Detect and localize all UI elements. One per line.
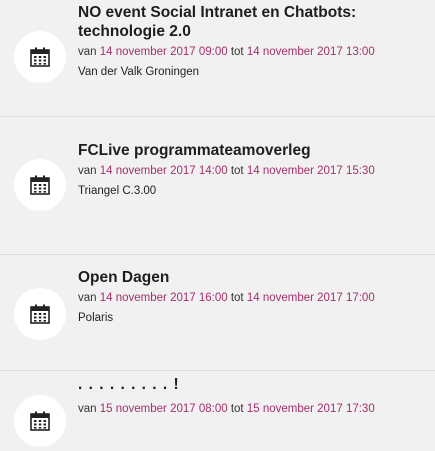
event-datetime: van 15 november 2017 08:00 tot 15 novemb…: [78, 402, 431, 416]
event-end: 14 november 2017 13:00: [246, 46, 375, 58]
event-list: NO event Social Intranet en Chatbots: te…: [0, 0, 435, 447]
datetime-prefix: van: [78, 46, 97, 58]
event-end: 14 november 2017 17:00: [246, 292, 375, 304]
event-icon-circle: [14, 31, 66, 83]
datetime-prefix: van: [78, 403, 97, 415]
event-title[interactable]: NO event Social Intranet en Chatbots: te…: [78, 3, 431, 41]
event-location: Van der Valk Groningen: [78, 66, 200, 78]
event-datetime: van 14 november 2017 16:00 tot 14 novemb…: [78, 291, 431, 305]
calendar-icon: [30, 304, 50, 324]
event-item[interactable]: Open Dagen van 14 november 2017 16:00 to…: [0, 255, 435, 371]
calendar-icon: [30, 411, 50, 431]
datetime-prefix: van: [78, 292, 97, 304]
event-start: 14 november 2017 16:00: [99, 292, 228, 304]
event-start: 15 november 2017 08:00: [99, 403, 228, 415]
event-start: 14 november 2017 09:00: [99, 46, 228, 58]
event-icon-circle: [14, 288, 66, 340]
event-title[interactable]: Open Dagen: [78, 268, 431, 287]
event-title[interactable]: FCLive programmateamoverleg: [78, 141, 431, 160]
event-item[interactable]: NO event Social Intranet en Chatbots: te…: [0, 0, 435, 117]
datetime-prefix: van: [78, 165, 97, 177]
datetime-separator: tot: [230, 46, 244, 58]
calendar-icon: [30, 47, 50, 67]
event-datetime: van 14 november 2017 14:00 tot 14 novemb…: [78, 164, 431, 178]
event-title[interactable]: . . . . . . . . . !: [78, 375, 431, 394]
event-icon-circle: [14, 395, 66, 447]
event-datetime: van 14 november 2017 09:00 tot 14 novemb…: [78, 45, 431, 59]
event-location: Triangel C.3.00: [78, 185, 157, 197]
calendar-icon: [30, 175, 50, 195]
event-end: 15 november 2017 17:30: [246, 403, 375, 415]
event-icon-circle: [14, 159, 66, 211]
event-item[interactable]: . . . . . . . . . ! van 15 november 2017…: [0, 371, 435, 451]
event-start: 14 november 2017 14:00: [99, 165, 228, 177]
datetime-separator: tot: [230, 165, 244, 177]
datetime-separator: tot: [230, 292, 244, 304]
event-item[interactable]: FCLive programmateamoverleg van 14 novem…: [0, 117, 435, 255]
datetime-separator: tot: [230, 403, 244, 415]
event-end: 14 november 2017 15:30: [246, 165, 375, 177]
event-location: Polaris: [78, 312, 114, 324]
